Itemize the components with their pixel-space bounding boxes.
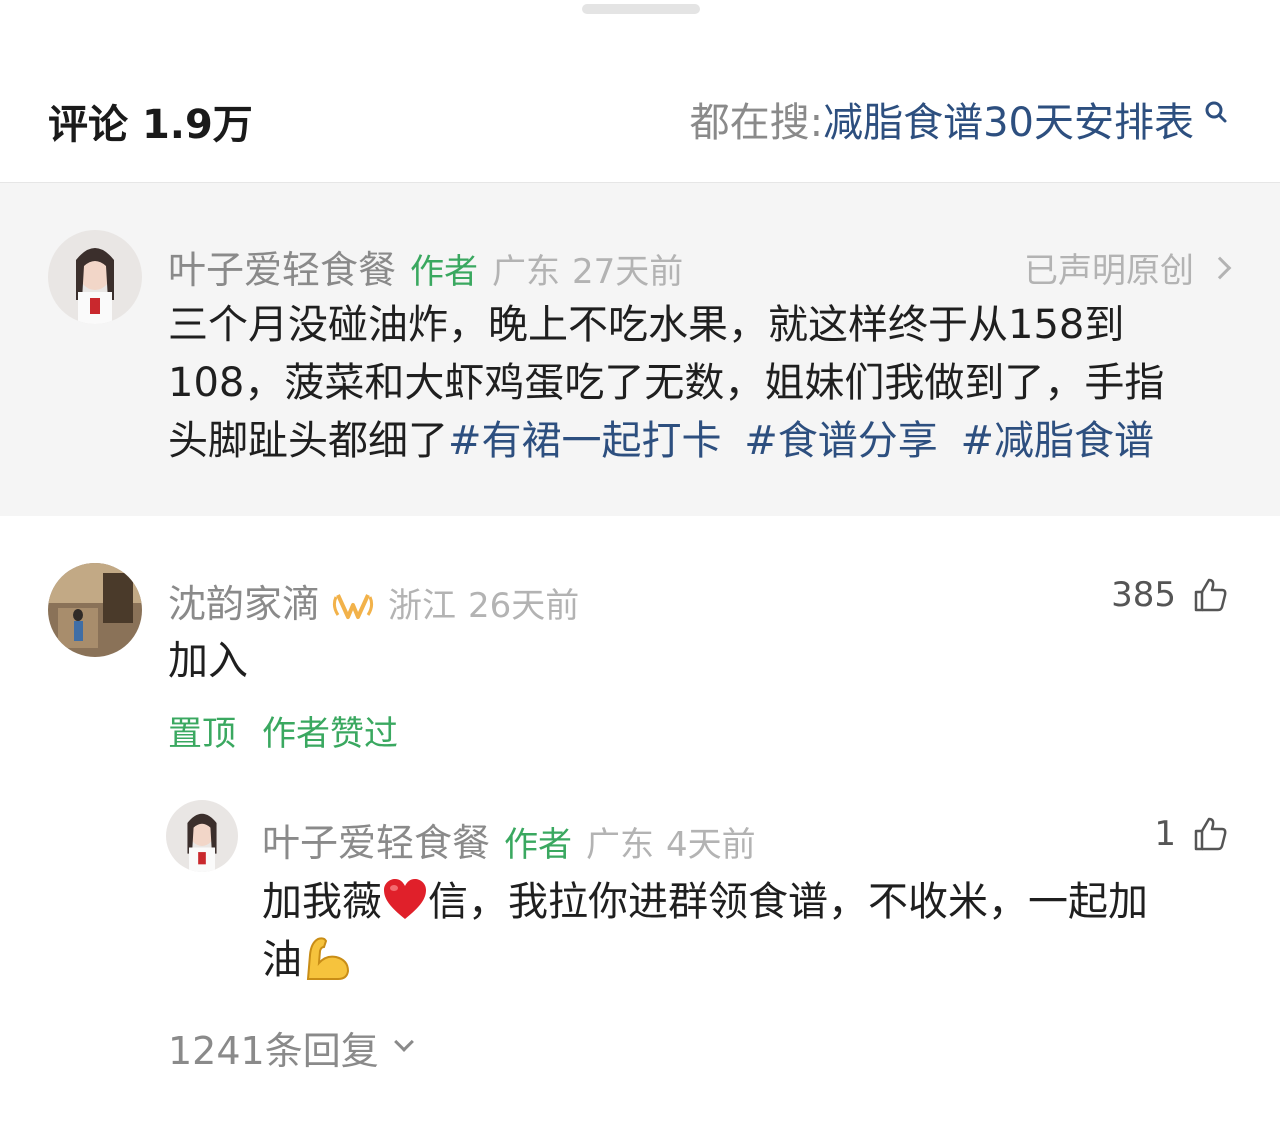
avatar[interactable]: [48, 563, 142, 657]
pinned-text-line-2: 108，菠菜和大虾鸡蛋吃了无数，姐妹们我做到了，手指: [168, 360, 1165, 406]
search-prefix: 都在搜:: [689, 100, 824, 146]
author-name[interactable]: 叶子爱轻食餐: [168, 239, 396, 294]
original-declaration-link[interactable]: 已声明原创: [1024, 243, 1232, 292]
post-time: 27天前: [572, 252, 684, 292]
pinned-text-line-1: 三个月没碰油炸，晚上不吃水果，就这样终于从158到: [168, 302, 1125, 348]
chevron-right-icon: [1208, 256, 1232, 279]
hashtag-link[interactable]: #减脂食谱: [960, 418, 1154, 464]
reply-text-part-1: 加我薇: [262, 879, 382, 925]
search-query[interactable]: 减脂食谱30天安排表: [823, 90, 1194, 148]
heart-emoji-icon: [382, 877, 428, 923]
hashtag-link[interactable]: #有裙一起打卡: [448, 418, 722, 464]
replies-count-label: 1241条回复: [168, 1029, 379, 1073]
comment-text: 加入: [168, 638, 248, 684]
original-label: 已声明原创: [1024, 251, 1194, 291]
chevron-down-icon: [393, 1031, 414, 1052]
avatar[interactable]: [48, 230, 142, 324]
vip-badge-icon: [332, 591, 374, 621]
comment-count-number: 1.9万: [141, 102, 253, 148]
reply-text-part-2: 信，我拉你进群领食谱，不收米，一起加: [428, 879, 1148, 925]
pinned-text-line-3: 头脚趾头都细了#有裙一起打卡 #食谱分享 #减脂食谱: [168, 412, 1248, 470]
thumbs-up-icon: [1194, 578, 1227, 612]
commenter-name[interactable]: 沈韵家滴: [168, 573, 320, 628]
comment-actions: 置顶 作者赞过: [168, 706, 424, 755]
author-tag: 作者: [504, 825, 573, 865]
pinned-author-post: 叶子爱轻食餐 作者 广东 27天前 已声明原创 三个月没碰油炸，晚上不吃水果，就…: [0, 183, 1280, 516]
reply-time: 4天前: [666, 825, 756, 865]
pinned-text-plain: 头脚趾头都细了: [168, 418, 448, 464]
thumbs-up-icon: [1194, 817, 1227, 851]
flexed-biceps-emoji-icon: [302, 933, 352, 983]
comment-label: 评论: [48, 102, 128, 148]
pinned-label: 置顶: [168, 714, 236, 754]
search-icon: [1204, 94, 1228, 124]
trending-search-link[interactable]: 都在搜: 减脂食谱30天安排表: [690, 90, 1228, 148]
reply-text-line-2: 油: [262, 931, 1242, 989]
comment-meta: 沈韵家滴 浙江 26天前: [168, 573, 579, 628]
reply-text-part-3: 油: [262, 937, 302, 983]
reply-text-line-1: 加我薇 信，我拉你进群领食谱，不收米，一起加: [262, 873, 1242, 931]
hashtag-link[interactable]: #食谱分享: [744, 418, 938, 464]
reply-location: 广东: [586, 825, 655, 865]
avatar[interactable]: [166, 800, 238, 872]
reply-author-name[interactable]: 叶子爱轻食餐: [262, 812, 490, 867]
commenter-location: 浙江: [388, 586, 457, 626]
comments-header: 评论 1.9万 都在搜: 减脂食谱30天安排表: [0, 60, 1280, 182]
author-tag: 作者: [410, 252, 479, 292]
reply-meta: 叶子爱轻食餐 作者 广东 4天前: [262, 812, 756, 867]
reply-text: 加我薇 信，我拉你进群领食谱，不收米，一起加 油: [262, 873, 1242, 989]
sheet-drag-handle[interactable]: [582, 4, 700, 14]
pinned-post-meta: 叶子爱轻食餐 作者 广东 27天前: [168, 239, 683, 294]
reply-like-button[interactable]: 1: [1154, 814, 1228, 854]
like-count: 1: [1154, 814, 1176, 854]
view-replies-button[interactable]: 1241条回复: [168, 1020, 414, 1075]
author-location: 广东: [492, 252, 561, 292]
pinned-post-text: 三个月没碰油炸，晚上不吃水果，就这样终于从158到 108，菠菜和大虾鸡蛋吃了无…: [168, 296, 1248, 470]
comment-time: 26天前: [468, 586, 580, 626]
comment-count-title: 评论 1.9万: [48, 92, 253, 150]
comment-like-button[interactable]: 385: [1111, 575, 1228, 615]
like-count: 385: [1111, 575, 1176, 615]
author-liked-label: 作者赞过: [262, 714, 398, 754]
